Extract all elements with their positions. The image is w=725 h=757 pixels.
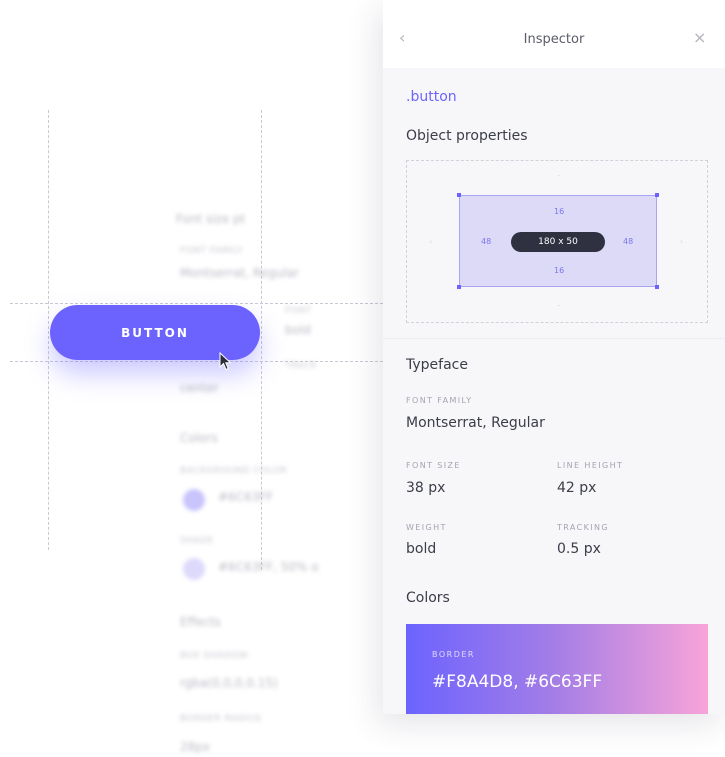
color-dot-shade bbox=[183, 558, 205, 580]
mouse-cursor-icon bbox=[219, 352, 232, 371]
guide-horizontal-bottom bbox=[10, 361, 383, 362]
box-model-diagram: – – ‹ › 16 16 48 48 180 x 50 bbox=[406, 160, 708, 323]
content-size-pill: 180 x 50 bbox=[511, 232, 605, 252]
blurred-property-text: BACKGROUND COLOR bbox=[180, 466, 288, 476]
padding-bottom-value: 16 bbox=[554, 266, 565, 275]
weight-label: WEIGHT bbox=[406, 523, 447, 532]
object-properties-heading: Object properties bbox=[406, 128, 528, 144]
blurred-property-text: BORDER RADIUS bbox=[180, 714, 262, 724]
swatch-label: BORDER bbox=[432, 650, 475, 659]
blurred-property-text: bold bbox=[285, 323, 311, 337]
blurred-property-text: center bbox=[180, 381, 219, 395]
gradient-color-swatch[interactable]: BORDER #F8A4D8, #6C63FF bbox=[406, 624, 708, 714]
typeface-heading: Typeface bbox=[406, 357, 468, 373]
blurred-property-text: TRACK bbox=[285, 361, 318, 371]
blurred-property-text: 28px bbox=[180, 740, 210, 754]
padding-box: 16 16 48 48 180 x 50 bbox=[457, 193, 659, 289]
font-size-label: FONT SIZE bbox=[406, 461, 461, 470]
blurred-property-text: BOX SHADOW bbox=[180, 651, 249, 661]
blurred-property-text: Effects bbox=[180, 615, 221, 629]
blurred-property-text: Font size pt bbox=[176, 212, 246, 226]
corner-handle[interactable] bbox=[655, 285, 659, 289]
padding-top-value: 16 bbox=[554, 207, 565, 216]
blurred-property-text: Montserrat, Regular bbox=[180, 266, 300, 280]
section-divider bbox=[383, 338, 725, 339]
colors-heading: Colors bbox=[406, 590, 450, 606]
inspector-header: ‹ Inspector × bbox=[383, 0, 725, 68]
blurred-property-text: #6C63FF bbox=[218, 490, 274, 504]
tracking-label: TRACKING bbox=[557, 523, 610, 532]
inspector-panel: ‹ Inspector × .button Object properties … bbox=[383, 0, 725, 714]
weight-value[interactable]: bold bbox=[406, 541, 436, 557]
color-dot-primary bbox=[183, 489, 205, 511]
guide-horizontal-top bbox=[10, 303, 383, 304]
tracking-value[interactable]: 0.5 px bbox=[557, 541, 601, 557]
margin-right-marker: › bbox=[680, 237, 684, 246]
corner-handle[interactable] bbox=[457, 193, 461, 197]
font-family-label: FONT FAMILY bbox=[406, 396, 473, 405]
margin-left-marker: ‹ bbox=[429, 237, 433, 246]
selected-element-selector: .button bbox=[406, 89, 457, 105]
inspector-title: Inspector bbox=[523, 32, 585, 47]
blurred-property-text: FONT bbox=[285, 306, 312, 316]
margin-bottom-marker: – bbox=[557, 301, 561, 310]
swatch-hex-value: #F8A4D8, #6C63FF bbox=[432, 672, 603, 692]
corner-handle[interactable] bbox=[655, 193, 659, 197]
blurred-property-text: #6C63FF, 50% o bbox=[218, 560, 319, 574]
guide-vertical-left bbox=[48, 110, 49, 550]
close-icon[interactable]: × bbox=[693, 28, 713, 50]
corner-handle[interactable] bbox=[457, 285, 461, 289]
font-size-value[interactable]: 38 px bbox=[406, 480, 445, 496]
margin-top-marker: – bbox=[557, 171, 561, 180]
blurred-property-text: SHADE bbox=[180, 536, 214, 546]
blurred-property-text: Colors bbox=[180, 431, 218, 445]
line-height-label: LINE HEIGHT bbox=[557, 461, 624, 470]
font-family-value[interactable]: Montserrat, Regular bbox=[406, 415, 545, 431]
line-height-value[interactable]: 42 px bbox=[557, 480, 596, 496]
padding-right-value: 48 bbox=[623, 237, 634, 246]
blurred-property-text: rgba(0,0,0,0.15) bbox=[180, 676, 278, 690]
padding-left-value: 48 bbox=[481, 237, 492, 246]
blurred-property-text: FONT FAMILY bbox=[180, 246, 244, 256]
